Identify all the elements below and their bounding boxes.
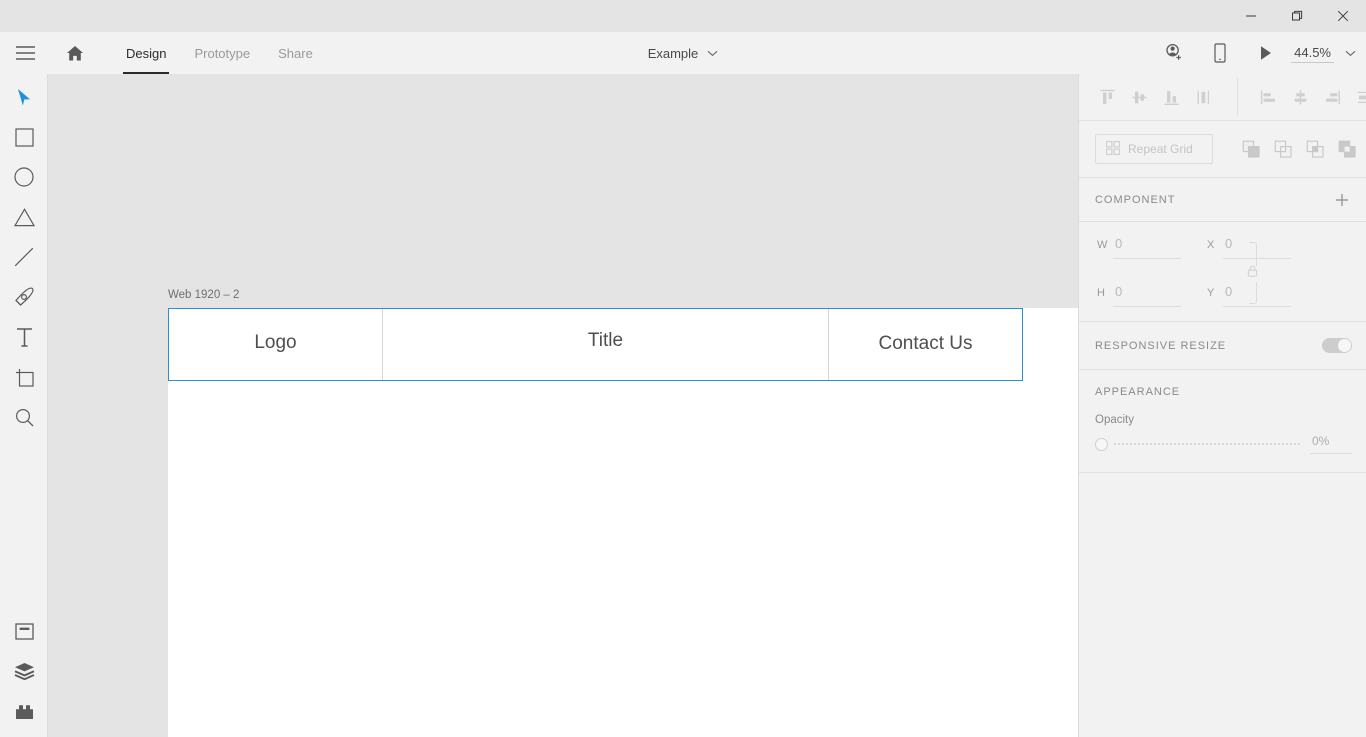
minimize-icon[interactable] bbox=[1228, 0, 1274, 32]
subtract-boolean-icon[interactable] bbox=[1267, 134, 1299, 164]
opacity-slider-track[interactable] bbox=[1114, 443, 1302, 445]
xd-application-window: Design Prototype Share Example 44.5% Web… bbox=[0, 0, 1366, 737]
add-boolean-icon[interactable] bbox=[1235, 134, 1267, 164]
polygon-tool[interactable] bbox=[0, 197, 48, 237]
align-horizontal-center-icon[interactable] bbox=[1284, 80, 1316, 114]
pen-tool[interactable] bbox=[0, 277, 48, 317]
navbar-cell-logo[interactable]: Logo bbox=[169, 309, 383, 380]
desktop-preview-play-icon[interactable] bbox=[1243, 32, 1289, 74]
opacity-control-row: 0% bbox=[1095, 434, 1352, 454]
component-section-header: COMPONENT bbox=[1079, 178, 1366, 222]
component-section-title: COMPONENT bbox=[1095, 193, 1176, 206]
tab-design[interactable]: Design bbox=[112, 32, 180, 74]
maximize-icon[interactable] bbox=[1274, 0, 1320, 32]
menubar-right-controls: 44.5% bbox=[1151, 32, 1366, 74]
drawing-tools-group bbox=[0, 74, 47, 437]
home-icon[interactable] bbox=[58, 32, 92, 74]
dimensions-section: W 0 X 0 H 0 Y 0 bbox=[1079, 222, 1366, 322]
width-label: W bbox=[1097, 239, 1108, 251]
intersect-boolean-icon[interactable] bbox=[1299, 134, 1331, 164]
alignment-toolbar bbox=[1079, 74, 1366, 121]
assets-panel-button[interactable] bbox=[0, 611, 48, 651]
repeat-grid-icon bbox=[1105, 140, 1121, 158]
window-titlebar bbox=[0, 0, 1366, 32]
property-inspector-panel: Repeat Grid COMPONENT W 0 X 0 H 0 Y 0 RE… bbox=[1078, 74, 1366, 737]
tab-prototype-label: Prototype bbox=[194, 45, 251, 61]
navbar-title-label: Title bbox=[587, 329, 624, 351]
navbar-cell-title[interactable]: Title bbox=[383, 309, 829, 380]
width-field-group: W 0 bbox=[1097, 236, 1181, 259]
opacity-value-input[interactable]: 0% bbox=[1310, 434, 1352, 454]
mode-tabs: Design Prototype Share bbox=[112, 32, 327, 74]
navbar-cell-contact[interactable]: Contact Us bbox=[829, 309, 1022, 380]
height-input[interactable]: 0 bbox=[1113, 284, 1181, 307]
align-vertical-center-icon[interactable] bbox=[1123, 80, 1155, 114]
chevron-down-icon[interactable] bbox=[707, 50, 718, 57]
dimensions-row-top: W 0 X 0 bbox=[1079, 236, 1366, 284]
tab-share[interactable]: Share bbox=[264, 32, 327, 74]
layers-panel-button[interactable] bbox=[0, 651, 48, 691]
select-tool[interactable] bbox=[0, 77, 48, 117]
height-label: H bbox=[1097, 287, 1105, 299]
invite-person-icon[interactable] bbox=[1151, 32, 1197, 74]
repeat-grid-label: Repeat Grid bbox=[1128, 142, 1193, 156]
add-component-icon[interactable] bbox=[1332, 190, 1352, 210]
dimensions-row-bottom: H 0 Y 0 bbox=[1079, 284, 1366, 332]
device-preview-icon[interactable] bbox=[1197, 32, 1243, 74]
close-icon[interactable] bbox=[1320, 0, 1366, 32]
boolean-operations-group bbox=[1235, 134, 1363, 164]
opacity-label: Opacity bbox=[1095, 414, 1134, 426]
repeat-grid-button[interactable]: Repeat Grid bbox=[1095, 134, 1213, 164]
align-right-icon[interactable] bbox=[1316, 80, 1348, 114]
menu-bar: Design Prototype Share Example 44.5% bbox=[0, 32, 1366, 74]
repeat-grid-row: Repeat Grid bbox=[1079, 121, 1366, 178]
distribute-horizontal-icon[interactable] bbox=[1348, 80, 1366, 114]
lock-icon bbox=[1247, 264, 1258, 282]
horizontal-alignment-group bbox=[1237, 78, 1366, 116]
distribute-vertical-icon[interactable] bbox=[1187, 80, 1219, 114]
panel-toggle-group bbox=[0, 611, 48, 731]
tab-design-label: Design bbox=[126, 45, 167, 61]
x-label: X bbox=[1207, 239, 1215, 251]
y-label: Y bbox=[1207, 287, 1215, 299]
tab-prototype[interactable]: Prototype bbox=[180, 32, 264, 74]
align-top-icon[interactable] bbox=[1091, 80, 1123, 114]
align-bottom-icon[interactable] bbox=[1155, 80, 1187, 114]
navbar-logo-label: Logo bbox=[254, 332, 297, 353]
artboard-label[interactable]: Web 1920 – 2 bbox=[168, 289, 239, 301]
responsive-resize-title: RESPONSIVE RESIZE bbox=[1095, 339, 1227, 352]
tab-share-label: Share bbox=[278, 45, 313, 61]
design-canvas[interactable]: Web 1920 – 2 Logo Title Contact Us bbox=[48, 74, 1078, 737]
aspect-ratio-lock-button[interactable] bbox=[1241, 242, 1263, 304]
height-field-group: H 0 bbox=[1097, 284, 1181, 307]
align-left-icon[interactable] bbox=[1252, 80, 1284, 114]
artboard-web-1920-2[interactable]: Logo Title Contact Us bbox=[168, 308, 1078, 737]
vertical-alignment-group bbox=[1079, 74, 1219, 121]
exclude-boolean-icon[interactable] bbox=[1331, 134, 1363, 164]
responsive-resize-toggle[interactable] bbox=[1322, 338, 1352, 353]
navbar-component[interactable]: Logo Title Contact Us bbox=[168, 308, 1023, 381]
zoom-tool[interactable] bbox=[0, 397, 48, 437]
left-toolbar bbox=[0, 74, 48, 737]
artboard-tool[interactable] bbox=[0, 357, 48, 397]
width-input[interactable]: 0 bbox=[1113, 236, 1181, 259]
appearance-section: APPEARANCE Opacity 0% bbox=[1079, 370, 1366, 473]
appearance-title: APPEARANCE bbox=[1095, 386, 1181, 398]
zoom-dropdown-chevron-icon[interactable] bbox=[1334, 32, 1366, 74]
document-title[interactable]: Example bbox=[648, 46, 699, 61]
navbar-contact-label: Contact Us bbox=[878, 332, 973, 354]
ellipse-tool[interactable] bbox=[0, 157, 48, 197]
line-tool[interactable] bbox=[0, 237, 48, 277]
zoom-level-value[interactable]: 44.5% bbox=[1291, 44, 1334, 63]
rectangle-tool[interactable] bbox=[0, 117, 48, 157]
text-tool[interactable] bbox=[0, 317, 48, 357]
hamburger-menu-icon[interactable] bbox=[8, 32, 42, 74]
plugins-panel-button[interactable] bbox=[0, 691, 48, 731]
opacity-slider-knob[interactable] bbox=[1095, 437, 1108, 451]
